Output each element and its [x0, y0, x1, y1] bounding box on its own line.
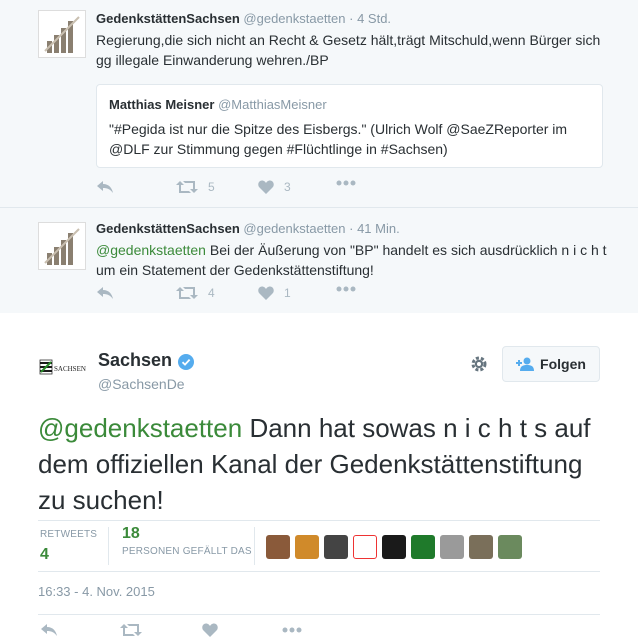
quoted-tweet-header: Matthias Meisner @MatthiasMeisner [109, 97, 327, 112]
conversation-thread: GedenkstättenSachsen @gedenkstaetten · 4… [0, 0, 638, 313]
tweet[interactable]: GedenkstättenSachsen @gedenkstaetten · 4… [0, 208, 638, 312]
gear-icon[interactable] [470, 355, 488, 373]
tweet-header: GedenkstättenSachsen @gedenkstaetten · 4… [96, 11, 391, 26]
retweet-button[interactable]: 5 [176, 180, 215, 194]
tweet-stats: RETWEETS 4 18 PERSONEN GEFÄLLT DAS [38, 520, 600, 572]
add-user-icon [516, 357, 535, 371]
retweet-icon [176, 287, 198, 299]
liker-avatar[interactable] [469, 535, 493, 559]
tweet-actions [38, 614, 600, 639]
avatar-wordmark: SACHSEN [54, 365, 86, 373]
mention-link[interactable]: @gedenkstaetten [38, 413, 242, 443]
retweets-count: 4 [40, 546, 49, 563]
reply-button[interactable] [96, 286, 114, 300]
stat-divider [254, 527, 255, 565]
retweets-stat[interactable]: RETWEETS 4 [40, 529, 97, 564]
liker-avatar[interactable] [266, 535, 290, 559]
retweet-count: 4 [208, 286, 215, 300]
gedenkstaetten-avatar[interactable] [38, 10, 86, 58]
retweet-button[interactable]: 4 [176, 286, 215, 300]
reply-button[interactable] [96, 180, 114, 194]
more-icon [336, 180, 356, 186]
follow-button[interactable]: Folgen [502, 346, 600, 382]
liker-avatar[interactable] [440, 535, 464, 559]
gedenkstaetten-avatar[interactable] [38, 222, 86, 270]
tweet-time[interactable]: · 4 Std. [349, 11, 391, 26]
retweets-label: RETWEETS [40, 529, 98, 540]
quoted-author-handle: @MatthiasMeisner [218, 97, 327, 112]
liker-avatar[interactable] [353, 535, 377, 559]
liker-avatar[interactable] [324, 535, 348, 559]
like-button[interactable]: 1 [258, 286, 291, 300]
sachsen-avatar[interactable]: SACHSEN [38, 350, 88, 380]
liker-avatar[interactable] [382, 535, 406, 559]
quoted-author-name: Matthias Meisner [109, 97, 215, 112]
verified-badge-icon [178, 354, 194, 370]
more-button[interactable] [336, 286, 356, 292]
liker-avatar[interactable] [295, 535, 319, 559]
quoted-tweet[interactable]: Matthias Meisner @MatthiasMeisner "#Pegi… [96, 84, 603, 168]
author-handle[interactable]: @gedenkstaetten [243, 221, 345, 236]
tweet-timestamp[interactable]: 16:33 - 4. Nov. 2015 [38, 584, 155, 599]
tweet[interactable]: GedenkstättenSachsen @gedenkstaetten · 4… [0, 0, 638, 208]
more-button[interactable] [336, 180, 356, 186]
like-count: 3 [284, 180, 291, 194]
reply-icon [41, 624, 57, 636]
reply-icon [97, 181, 113, 193]
author-handle[interactable]: @SachsenDe [98, 376, 185, 392]
liker-avatar[interactable] [498, 535, 522, 559]
tweet-text: @gedenkstaetten Dann hat sowas n i c h t… [38, 410, 608, 518]
reply-button[interactable] [40, 623, 58, 637]
tweet-text: Regierung,die sich nicht an Recht & Gese… [96, 32, 601, 68]
mention-link[interactable]: @gedenkstaetten [96, 242, 206, 258]
heart-icon [258, 286, 274, 300]
author-name[interactable]: GedenkstättenSachsen [96, 11, 240, 26]
retweet-button[interactable] [120, 623, 142, 637]
main-tweet: SACHSEN Sachsen @SachsenDe Folgen @geden… [0, 314, 638, 639]
follow-label: Folgen [540, 356, 586, 372]
author-name[interactable]: Sachsen [98, 350, 172, 371]
likes-stat[interactable]: 18 PERSONEN GEFÄLLT DAS [122, 525, 252, 557]
retweet-icon [120, 624, 142, 636]
quoted-tweet-text: "#Pegida ist nur die Spitze des Eisbergs… [109, 121, 568, 157]
tweet-text: @gedenkstaetten Bei der Äußerung von "BP… [96, 240, 616, 280]
author-name[interactable]: GedenkstättenSachsen [96, 221, 240, 236]
likes-label: PERSONEN GEFÄLLT DAS [122, 546, 252, 557]
reply-icon [97, 287, 113, 299]
stat-divider [108, 527, 109, 565]
heart-icon [202, 623, 218, 637]
more-icon [282, 627, 302, 633]
tweet-time[interactable]: · 41 Min. [349, 221, 400, 236]
liker-avatar[interactable] [411, 535, 435, 559]
like-button[interactable] [202, 623, 218, 637]
like-button[interactable]: 3 [258, 180, 291, 194]
more-button[interactable] [282, 627, 302, 633]
retweet-count: 5 [208, 180, 215, 194]
liker-avatars [266, 535, 522, 559]
heart-icon [258, 180, 274, 194]
like-count: 1 [284, 286, 291, 300]
retweet-icon [176, 181, 198, 193]
tweet-header: GedenkstättenSachsen @gedenkstaetten · 4… [96, 221, 400, 236]
likes-count: 18 [122, 525, 140, 542]
author-handle[interactable]: @gedenkstaetten [243, 11, 345, 26]
more-icon [336, 286, 356, 292]
